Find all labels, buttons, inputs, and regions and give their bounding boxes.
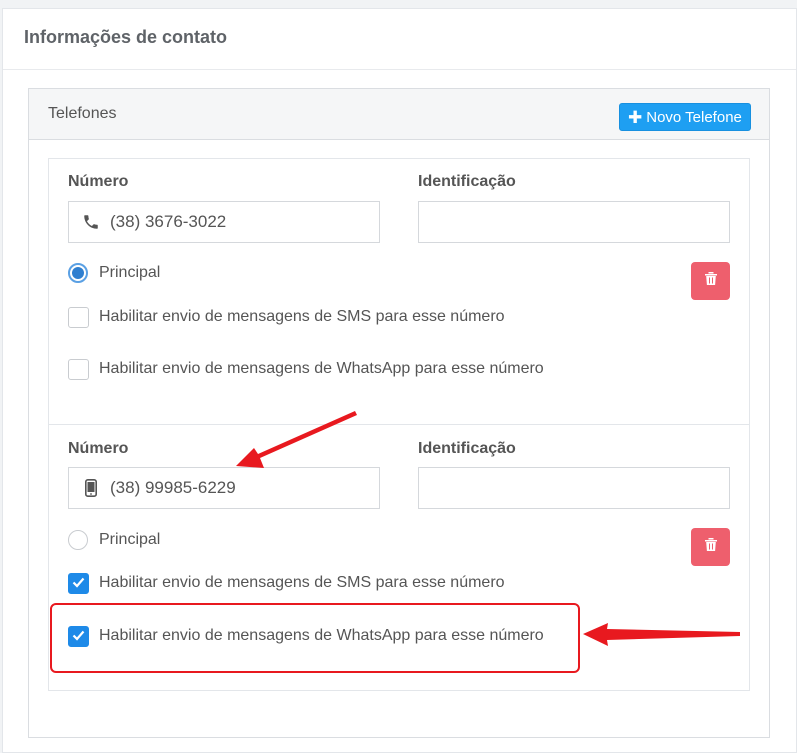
arrow-to-number [236,411,357,468]
annotation-arrows [236,411,740,646]
arrow-to-whatsapp [583,623,740,646]
